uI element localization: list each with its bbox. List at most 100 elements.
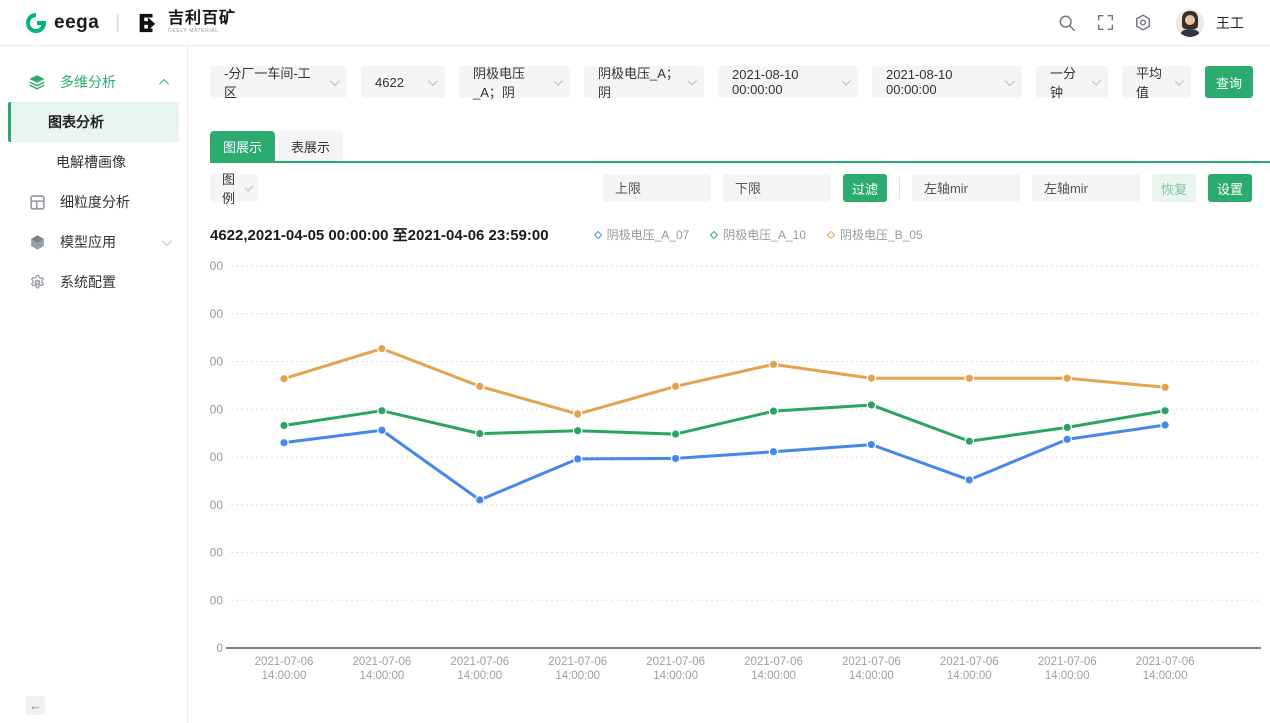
svg-text:14:00:00: 14:00:00 xyxy=(653,670,698,682)
legend-marker-icon xyxy=(710,230,718,238)
sidebar-item-cell-portrait[interactable]: 电解槽画像 xyxy=(8,142,179,182)
svg-text:14:00:00: 14:00:00 xyxy=(849,670,894,682)
svg-text:100: 100 xyxy=(210,593,223,607)
chevron-down-icon xyxy=(245,182,253,190)
metric-select-2[interactable]: 阴极电压_A；阴 xyxy=(584,66,704,98)
sidebar-item-model-application[interactable]: 模型应用 xyxy=(0,222,187,262)
end-time-select[interactable]: 2021-08-10 00:00:00 xyxy=(872,66,1022,98)
cube-icon xyxy=(28,233,46,251)
svg-text:14:00:00: 14:00:00 xyxy=(1143,670,1188,682)
left-axis-max-input[interactable] xyxy=(1032,174,1140,202)
line-chart[interactable]: 01002003004005006007008002021-07-0614:00… xyxy=(210,251,1266,683)
svg-text:14:00:00: 14:00:00 xyxy=(555,670,600,682)
svg-text:2021-07-06: 2021-07-06 xyxy=(940,656,999,668)
legend-select-value: 图例 xyxy=(222,169,237,207)
tab-table-view[interactable]: 表展示 xyxy=(278,131,343,161)
chevron-down-icon xyxy=(428,76,438,86)
fullscreen-icon[interactable] xyxy=(1096,14,1114,32)
svg-text:14:00:00: 14:00:00 xyxy=(751,670,796,682)
chart-canvas[interactable]: 01002003004005006007008002021-07-0614:00… xyxy=(210,251,1252,688)
chevron-down-icon xyxy=(842,76,851,85)
toolbar-divider xyxy=(899,177,900,199)
svg-text:14:00:00: 14:00:00 xyxy=(947,670,992,682)
chevron-down-icon xyxy=(688,76,697,85)
workshop-select[interactable]: -分厂一车间-工区 xyxy=(210,66,347,98)
chevron-down-icon xyxy=(554,76,563,85)
svg-text:2021-07-06: 2021-07-06 xyxy=(744,656,803,668)
legend-label: 阴极电压_A_10 xyxy=(723,226,806,243)
left-axis-min-input[interactable] xyxy=(912,174,1020,202)
settings-icon[interactable] xyxy=(1134,14,1152,32)
svg-text:2021-07-06: 2021-07-06 xyxy=(548,656,607,668)
svg-text:14:00:00: 14:00:00 xyxy=(1045,670,1090,682)
svg-text:14:00:00: 14:00:00 xyxy=(360,670,405,682)
sidebar-item-label: 多维分析 xyxy=(60,72,116,92)
svg-text:2021-07-06: 2021-07-06 xyxy=(842,656,901,668)
sidebar-item-multidim-analysis[interactable]: 多维分析 xyxy=(0,62,187,102)
sidebar-item-label: 图表分析 xyxy=(48,112,104,132)
geely-material-glyph-icon xyxy=(136,12,158,34)
legend-label: 阴极电压_B_05 xyxy=(840,226,923,243)
svg-text:800: 800 xyxy=(210,259,223,273)
chevron-down-icon xyxy=(1092,76,1101,85)
chevron-down-icon xyxy=(1005,76,1015,86)
svg-text:700: 700 xyxy=(210,307,223,321)
chart-title: 4622,2021-04-05 00:00:00 至2021-04-06 23:… xyxy=(210,224,549,245)
upper-limit-input[interactable] xyxy=(603,174,711,202)
chart-legend: 阴极电压_A_07 阴极电压_A_10 阴极电压_B_05 xyxy=(595,226,923,243)
grid-icon xyxy=(28,193,46,211)
filter-button[interactable]: 过滤 xyxy=(843,174,887,202)
svg-text:2021-07-06: 2021-07-06 xyxy=(255,656,314,668)
sidebar-item-system-settings[interactable]: 系统配置 xyxy=(0,262,187,302)
chevron-down-icon xyxy=(1175,76,1184,85)
workshop-select-value: -分厂一车间-工区 xyxy=(224,63,322,101)
legend-item[interactable]: 阴极电压_B_05 xyxy=(828,226,923,243)
filter-bar: -分厂一车间-工区 4622 阴极电压_A；阴 阴极电压_A；阴 2021-08… xyxy=(210,66,1252,98)
legend-select[interactable]: 图例 xyxy=(210,174,258,202)
legend-marker-icon xyxy=(593,230,601,238)
svg-text:300: 300 xyxy=(210,498,223,512)
cell-id-select[interactable]: 4622 xyxy=(361,66,445,98)
sidebar-item-fine-grained-analysis[interactable]: 细粒度分析 xyxy=(0,182,187,222)
cell-id-select-value: 4622 xyxy=(375,75,404,90)
tab-strip: 图展示 表展示 xyxy=(210,131,1252,161)
aggregation-select[interactable]: 平均值 xyxy=(1122,66,1191,98)
gear-icon xyxy=(28,273,46,291)
interval-select[interactable]: 一分钟 xyxy=(1036,66,1108,98)
sidebar-collapse-button[interactable]: ← xyxy=(26,696,45,715)
svg-text:2021-07-06: 2021-07-06 xyxy=(1038,656,1097,668)
aggregation-value: 平均值 xyxy=(1136,63,1167,101)
sidebar-item-label: 系统配置 xyxy=(60,272,116,292)
brand-subtitle: GEELY MATERIAL xyxy=(168,29,236,34)
restore-button[interactable]: 恢复 xyxy=(1152,174,1196,202)
chart-title-row: 4622,2021-04-05 00:00:00 至2021-04-06 23:… xyxy=(210,224,1252,245)
chart-settings-button[interactable]: 设置 xyxy=(1208,174,1252,202)
svg-text:2021-07-06: 2021-07-06 xyxy=(450,656,509,668)
chevron-down-icon xyxy=(162,236,172,246)
sidebar-item-chart-analysis[interactable]: 图表分析 xyxy=(8,102,179,142)
tab-chart-view[interactable]: 图展示 xyxy=(210,131,275,161)
app-header: eega | 吉利百矿 GEELY MATERIAL xyxy=(0,0,1270,46)
query-button[interactable]: 查询 xyxy=(1205,66,1253,98)
legend-item[interactable]: 阴极电压_A_10 xyxy=(711,226,806,243)
metric-select-1[interactable]: 阴极电压_A；阴 xyxy=(459,66,570,98)
start-time-value: 2021-08-10 00:00:00 xyxy=(732,67,834,97)
start-time-select[interactable]: 2021-08-10 00:00:00 xyxy=(718,66,858,98)
legend-item[interactable]: 阴极电压_A_07 xyxy=(595,226,690,243)
svg-text:14:00:00: 14:00:00 xyxy=(262,670,307,682)
svg-text:2021-07-06: 2021-07-06 xyxy=(352,656,411,668)
avatar[interactable] xyxy=(1176,9,1204,37)
interval-value: 一分钟 xyxy=(1050,63,1084,101)
user-name[interactable]: 王工 xyxy=(1216,13,1244,33)
end-time-value: 2021-08-10 00:00:00 xyxy=(886,67,997,97)
geega-g-icon xyxy=(24,11,48,35)
search-icon[interactable] xyxy=(1058,14,1076,32)
svg-text:500: 500 xyxy=(210,402,223,416)
logo-divider: | xyxy=(115,12,120,33)
metric-select-2-value: 阴极电压_A；阴 xyxy=(598,63,680,101)
sidebar: 多维分析 图表分析 电解槽画像 细粒度分析 模型应用 系统配置 xyxy=(0,46,188,723)
lower-limit-input[interactable] xyxy=(723,174,831,202)
tab-underline xyxy=(210,161,1270,163)
chart-toolbar: 图例 过滤 恢复 设置 xyxy=(210,174,1252,202)
sidebar-item-label: 细粒度分析 xyxy=(60,192,130,212)
